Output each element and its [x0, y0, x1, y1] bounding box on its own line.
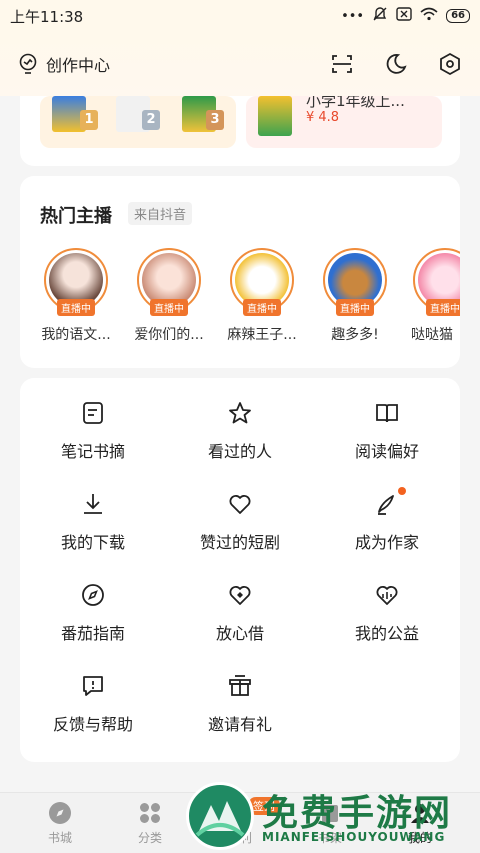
watermark: 免费手游网 MIANFEISHOUYOUWANG [186, 780, 480, 853]
host-item[interactable]: 直播中 趣多多! [307, 248, 403, 344]
mute-icon [372, 6, 388, 26]
lightbulb-icon [19, 53, 37, 74]
download-icon [84, 494, 102, 514]
host-name: 爱你们的... [134, 327, 204, 343]
rank-badge: 1 [80, 110, 98, 130]
host-item[interactable]: 直播中 哒哒猫 [400, 248, 460, 344]
menu-item-notes[interactable]: 笔记书摘 [20, 400, 166, 462]
pen-icon [378, 495, 394, 515]
grid-icon [140, 803, 160, 823]
menu-item-become-writer[interactable]: 成为作家 [314, 487, 460, 553]
book-icon [376, 404, 398, 423]
compass-filled-icon [49, 802, 71, 824]
menu-label: 邀请有礼 [207, 715, 272, 734]
rank-badge: 3 [206, 110, 224, 130]
host-item[interactable]: 直播中 麻辣王子... [214, 248, 310, 344]
menu-label: 反馈与帮助 [52, 715, 133, 734]
status-bar: 上午11:38 ••• 66 [0, 0, 480, 32]
menu-item-feedback[interactable]: 反馈与帮助 [20, 673, 166, 735]
host-item[interactable]: 直播中 我的语文... [28, 248, 124, 344]
rank-badge: 2 [142, 110, 160, 130]
menu-grid-card: 笔记书摘 看过的人 阅读偏好 我的下载 赞过的短剧 成为作家 番茄指南 放心借 … [20, 378, 460, 762]
menu-item-safe-borrow[interactable]: 放心借 [167, 582, 313, 644]
host-name: 我的语文... [41, 327, 111, 343]
host-name: 麻辣王子... [227, 327, 297, 343]
source-tag: 来自抖音 [128, 202, 193, 225]
live-badge: 直播中 [243, 299, 281, 316]
nav-bookstore[interactable]: 书城 [15, 801, 105, 846]
menu-item-guide[interactable]: 番茄指南 [20, 582, 166, 644]
menu-label: 我的公益 [354, 624, 419, 643]
battery-icon: 66 [446, 9, 470, 23]
menu-item-liked-dramas[interactable]: 赞过的短剧 [167, 491, 313, 553]
menu-item-charity[interactable]: 我的公益 [314, 582, 460, 644]
live-badge: 直播中 [336, 299, 374, 316]
creator-center-label: 创作中心 [46, 56, 111, 75]
heart-icon [229, 495, 251, 514]
book-price: ¥ 4.8 [306, 110, 340, 125]
menu-label: 番茄指南 [60, 624, 125, 643]
menu-label: 赞过的短剧 [199, 533, 280, 552]
menu-label: 阅读偏好 [354, 442, 419, 461]
menu-label: 我的下载 [60, 533, 125, 552]
close-box-icon [396, 7, 412, 25]
settings-icon[interactable] [438, 52, 462, 76]
host-name: 哒哒猫 [411, 327, 453, 343]
watermark-text: 免费手游网 [262, 793, 453, 834]
nav-label: 分类 [137, 831, 162, 845]
creator-center-button[interactable]: 创作中心 [18, 52, 110, 76]
live-badge: 直播中 [57, 299, 95, 316]
scan-icon[interactable] [330, 52, 354, 76]
notification-dot [398, 487, 406, 495]
host-name: 趣多多! [331, 327, 379, 343]
more-dots-icon: ••• [341, 8, 365, 24]
avatar: 直播中 [413, 248, 460, 316]
star-icon [229, 402, 251, 424]
compass-icon [82, 584, 104, 606]
book-cover [258, 96, 292, 136]
nav-category[interactable]: 分类 [105, 801, 195, 846]
menu-label: 成为作家 [354, 533, 419, 552]
menu-item-downloads[interactable]: 我的下载 [20, 491, 166, 553]
books-card: 1 2 3 小学1年级上... ¥ 4.8 [20, 96, 460, 166]
feedback-icon [83, 676, 103, 696]
menu-item-reading-preference[interactable]: 阅读偏好 [314, 400, 460, 462]
menu-item-invite[interactable]: 邀请有礼 [167, 673, 313, 735]
book-rank-strip[interactable]: 1 2 3 [40, 96, 236, 148]
avatar: 直播中 [44, 248, 108, 316]
host-item[interactable]: 直播中 爱你们的... [121, 248, 217, 344]
watermark-logo [186, 782, 254, 850]
menu-item-viewers[interactable]: 看过的人 [167, 400, 313, 462]
gift-icon [229, 675, 251, 696]
book-title: 小学1年级上... [306, 96, 405, 110]
status-time: 上午11:38 [10, 7, 84, 26]
menu-label: 放心借 [215, 624, 264, 643]
hot-hosts-card: 热门主播 来自抖音 直播中 我的语文... 直播中 爱你们的... 直播中 麻辣… [20, 176, 460, 368]
live-badge: 直播中 [426, 299, 460, 316]
heart-shield-icon [229, 586, 251, 605]
top-bar: 创作中心 [0, 32, 480, 96]
menu-label: 笔记书摘 [60, 442, 125, 461]
nav-label: 书城 [47, 831, 72, 845]
avatar: 直播中 [230, 248, 294, 316]
avatar: 直播中 [323, 248, 387, 316]
live-badge: 直播中 [150, 299, 188, 316]
watermark-subtext: MIANFEISHOUYOUWANG [262, 830, 446, 844]
section-title: 热门主播 [40, 206, 112, 227]
status-icons: ••• 66 [341, 6, 470, 26]
book-item[interactable]: 小学1年级上... ¥ 4.8 [246, 96, 442, 148]
note-icon [83, 402, 103, 424]
wifi-icon [420, 7, 438, 25]
night-mode-icon[interactable] [384, 52, 408, 76]
charity-icon [376, 586, 398, 605]
avatar: 直播中 [137, 248, 201, 316]
menu-label: 看过的人 [207, 442, 272, 461]
